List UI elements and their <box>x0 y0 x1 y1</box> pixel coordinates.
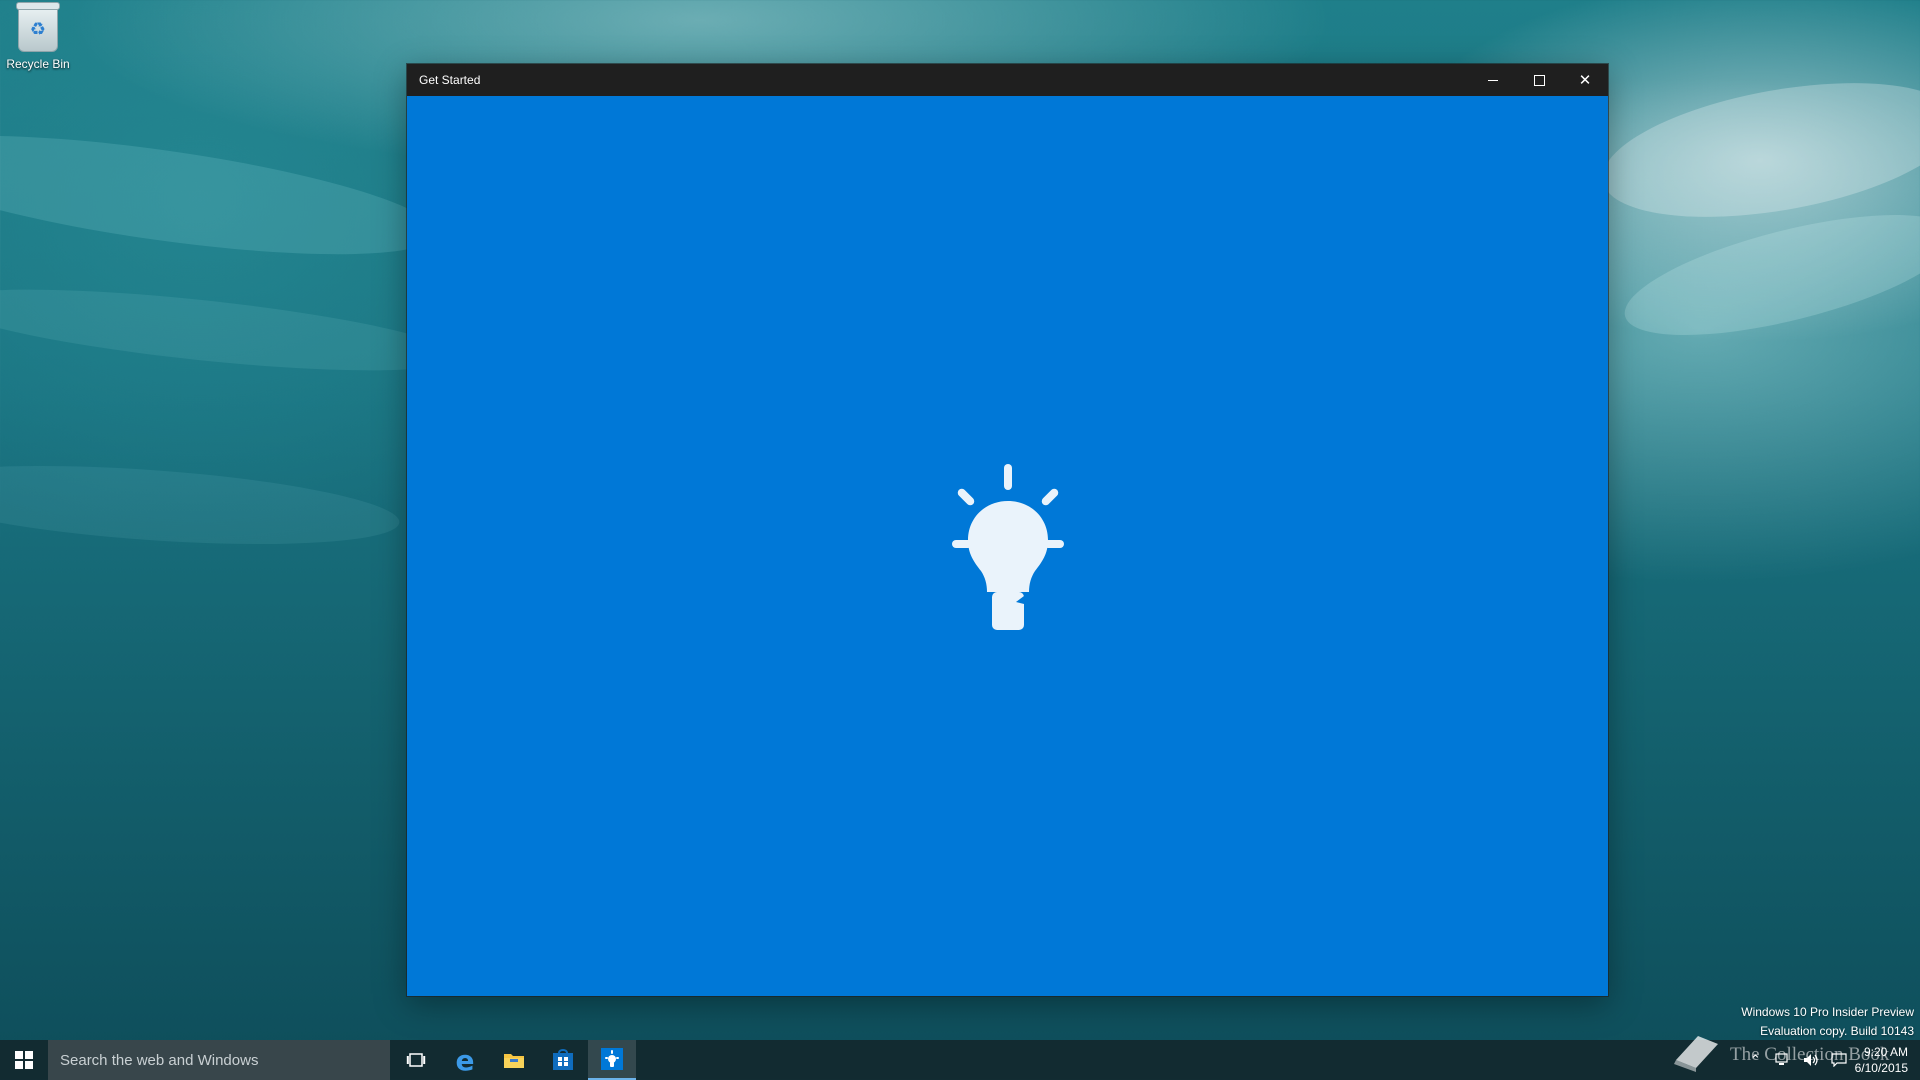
windows-logo-icon <box>15 1051 33 1069</box>
brand-overlay-text: The Collection Book <box>1730 1044 1890 1065</box>
edge-icon: e <box>455 1043 475 1077</box>
taskbar-get-started-button[interactable] <box>588 1040 636 1080</box>
start-button[interactable] <box>0 1040 48 1080</box>
book-logo-icon <box>1674 1036 1718 1072</box>
taskbar: Search the web and Windows e ⌃ 9:20 AM 6… <box>0 1040 1920 1080</box>
watermark-line-2: Evaluation copy. Build 10143 <box>1760 1024 1914 1038</box>
watermark-line-1: Windows 10 Pro Insider Preview <box>1741 1005 1914 1019</box>
wallpaper-light-streak <box>0 272 462 388</box>
wallpaper-light-streak <box>1592 59 1920 241</box>
folder-icon <box>504 1054 524 1068</box>
desktop-icon-label: Recycle Bin <box>6 57 70 71</box>
recycle-bin-icon: ♻ <box>16 2 60 52</box>
lightbulb-icon <box>601 1048 623 1070</box>
close-icon: ✕ <box>1578 70 1592 89</box>
maximize-button[interactable] <box>1516 64 1562 96</box>
maximize-icon <box>1533 74 1545 86</box>
task-view-icon <box>406 1053 426 1067</box>
search-box[interactable]: Search the web and Windows <box>48 1040 390 1080</box>
lightbulb-icon <box>952 464 1064 630</box>
minimize-icon <box>1488 79 1498 81</box>
window-title: Get Started <box>419 73 481 87</box>
taskbar-store-button[interactable] <box>539 1040 587 1080</box>
taskbar-file-explorer-button[interactable] <box>490 1040 538 1080</box>
close-button[interactable]: ✕ <box>1562 64 1608 96</box>
desktop-icon-recycle-bin[interactable]: ♻ Recycle Bin <box>2 2 74 71</box>
wallpaper-light-streak <box>0 452 402 558</box>
taskbar-task-view-button[interactable] <box>392 1040 440 1080</box>
store-icon <box>553 1049 573 1070</box>
get-started-window[interactable]: Get Started ✕ <box>407 64 1608 996</box>
search-placeholder: Search the web and Windows <box>60 1051 259 1069</box>
minimize-button[interactable] <box>1470 64 1516 96</box>
taskbar-edge-button[interactable]: e <box>441 1040 489 1080</box>
window-titlebar[interactable]: Get Started ✕ <box>407 64 1608 96</box>
windows-build-watermark: Windows 10 Pro Insider Preview Evaluatio… <box>1741 1003 1914 1041</box>
wallpaper-light-streak <box>0 111 444 279</box>
splash-screen <box>407 96 1608 996</box>
wallpaper-light-streak <box>1614 190 1920 360</box>
